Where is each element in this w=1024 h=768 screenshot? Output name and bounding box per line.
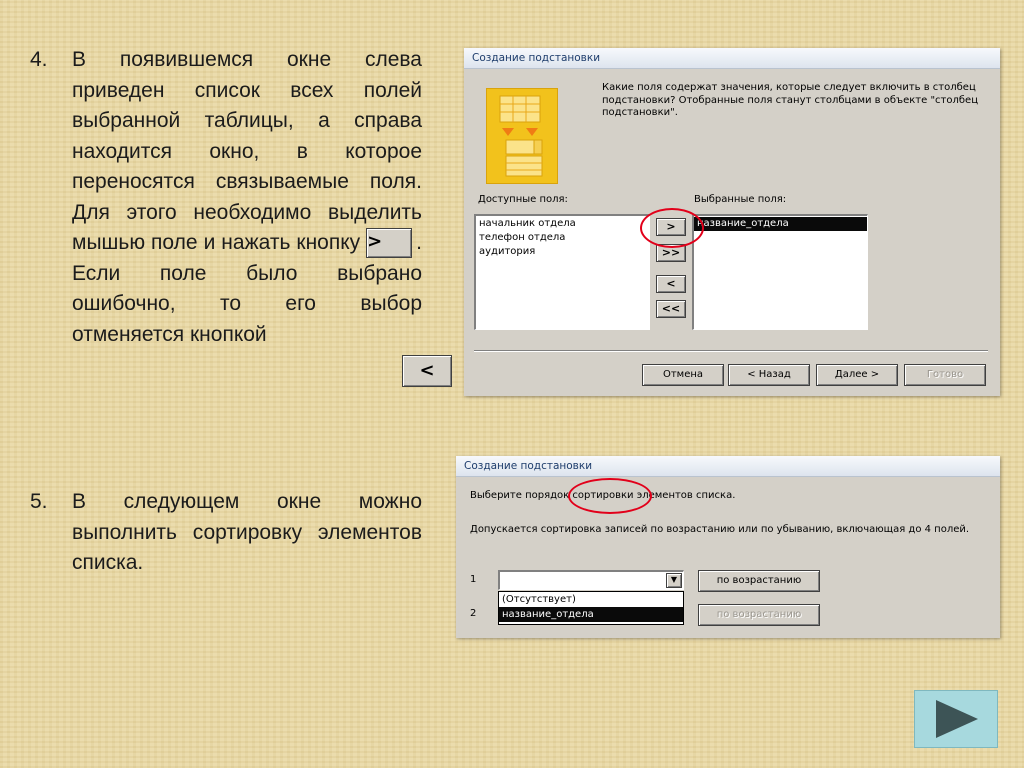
play-triangle-icon bbox=[936, 700, 978, 738]
sort-note: Допускается сортировка записей по возрас… bbox=[470, 524, 970, 535]
sort-instruction: Выберите порядок сортировки элементов сп… bbox=[470, 490, 736, 501]
inline-remove-button-illustration: < bbox=[402, 355, 452, 387]
sort-order-button[interactable]: по возрастанию bbox=[698, 570, 820, 592]
dialog-title: Создание подстановки bbox=[456, 456, 1000, 477]
table-lookup-wizard-icon bbox=[486, 88, 558, 184]
inline-add-button-illustration: > bbox=[366, 228, 413, 259]
dialog-description: Какие поля содержат значения, которые сл… bbox=[602, 82, 978, 118]
sort-order-button[interactable]: по возрастанию bbox=[698, 604, 820, 626]
remove-field-button[interactable]: < bbox=[656, 275, 686, 293]
dropdown-option[interactable]: (Отсутствует) bbox=[499, 592, 683, 607]
available-fields-list[interactable]: начальник отдела телефон отдела аудитори… bbox=[474, 214, 650, 330]
dialog-title: Создание подстановки bbox=[464, 48, 1000, 69]
chevron-down-icon[interactable]: ▼ bbox=[666, 573, 682, 588]
dropdown-option-selected[interactable]: название_отдела bbox=[499, 607, 683, 622]
list-item-selected[interactable]: название_отдела bbox=[694, 217, 867, 231]
list-item[interactable]: телефон отдела bbox=[476, 231, 649, 245]
back-button[interactable]: < Назад bbox=[728, 364, 810, 386]
next-button[interactable]: Далее > bbox=[816, 364, 898, 386]
item-text: В следующем окне можно выполнить сортиро… bbox=[72, 490, 422, 574]
selected-fields-list[interactable]: название_отдела bbox=[692, 214, 868, 330]
lookup-wizard-dialog-fields: Создание подстановки Какие поля содержат… bbox=[464, 48, 1000, 396]
item-text: В появившемся окне слева приведен список… bbox=[72, 48, 422, 254]
sort-row-number: 2 bbox=[470, 608, 477, 619]
add-all-fields-button[interactable]: >> bbox=[656, 244, 686, 262]
next-slide-button[interactable] bbox=[914, 690, 998, 748]
sort-dropdown-list[interactable]: (Отсутствует) название_отдела bbox=[498, 591, 684, 625]
list-item[interactable]: начальник отдела bbox=[476, 217, 649, 231]
slide-item-5: 5. В следующем окне можно выполнить сорт… bbox=[30, 487, 422, 579]
sort-field-combobox[interactable]: ▼ bbox=[498, 570, 684, 590]
remove-all-fields-button[interactable]: << bbox=[656, 300, 686, 318]
add-field-button[interactable]: > bbox=[656, 218, 686, 236]
item-number: 4. bbox=[30, 48, 48, 71]
sort-row-number: 1 bbox=[470, 574, 477, 585]
slide-item-4: 4. В появившемся окне слева приведен спи… bbox=[30, 45, 422, 350]
available-fields-label: Доступные поля: bbox=[478, 194, 568, 205]
finish-button[interactable]: Готово bbox=[904, 364, 986, 386]
cancel-button[interactable]: Отмена bbox=[642, 364, 724, 386]
footer-divider bbox=[474, 350, 988, 352]
item-number: 5. bbox=[30, 490, 48, 513]
list-item[interactable]: аудитория bbox=[476, 245, 649, 259]
lookup-wizard-dialog-sort: Создание подстановки Выберите порядок со… bbox=[456, 456, 1000, 638]
selected-fields-label: Выбранные поля: bbox=[694, 194, 787, 205]
